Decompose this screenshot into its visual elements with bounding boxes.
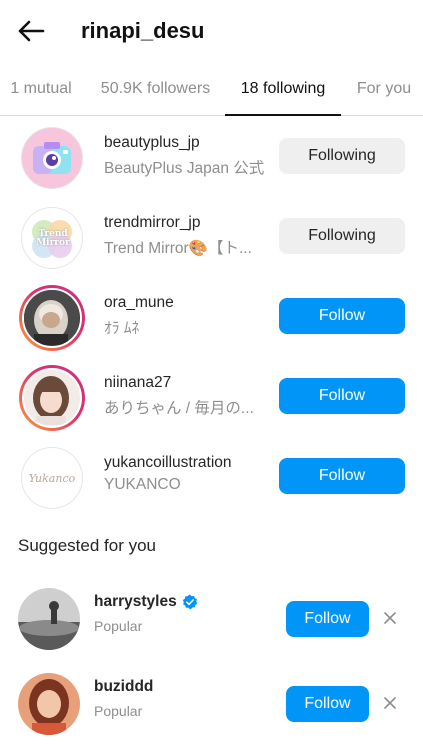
username[interactable]: trendmirror_jp — [104, 214, 200, 232]
avatar[interactable] — [18, 588, 80, 650]
trendmirror-logo-text: Trend Mirror — [36, 229, 70, 248]
avatar[interactable] — [19, 125, 85, 191]
username-text: harrystyles — [94, 593, 177, 610]
trendmirror-logo: Trend Mirror — [21, 207, 83, 269]
top-bar: rinapi_desu — [0, 0, 423, 62]
display-name: Trend Mirror🎨【ト... — [104, 240, 252, 257]
dismiss-button[interactable] — [380, 608, 400, 628]
following-button[interactable]: Following — [279, 218, 405, 254]
list-item[interactable]: beautyplus_jp BeautyPlus Japan 公式 Follow… — [0, 118, 423, 198]
username[interactable]: yukancoillustration — [104, 454, 232, 472]
follow-button[interactable]: Follow — [279, 378, 405, 414]
display-name: BeautyPlus Japan 公式 — [104, 160, 265, 177]
close-icon — [384, 697, 396, 709]
follow-button[interactable]: Follow — [286, 686, 369, 722]
following-button[interactable]: Following — [279, 138, 405, 174]
avatar-story-ring[interactable] — [19, 365, 85, 431]
arrow-left-icon — [18, 20, 45, 42]
username[interactable]: harrystyles — [94, 593, 198, 611]
verified-badge-icon — [182, 594, 197, 610]
tab-mutual[interactable]: 1 mutual — [9, 68, 73, 116]
avatar[interactable]: Yukanco — [19, 445, 85, 511]
avatar — [22, 288, 82, 348]
person-photo — [18, 588, 80, 650]
beautyplus-logo — [21, 127, 83, 189]
username[interactable]: buziddd — [94, 678, 153, 696]
avatar[interactable] — [18, 673, 80, 735]
avatar[interactable]: Trend Mirror — [19, 205, 85, 271]
follow-button[interactable]: Follow — [279, 458, 405, 494]
username[interactable]: ora_mune — [104, 294, 174, 312]
suggested-item[interactable]: buziddd Popular Follow — [0, 666, 423, 742]
dismiss-button[interactable] — [380, 693, 400, 713]
tab-bar: 1 mutual 50.9K followers 18 following Fo… — [0, 68, 423, 116]
tab-following[interactable]: 18 following — [225, 68, 341, 116]
avatar-story-ring[interactable] — [19, 285, 85, 351]
suggestion-reason: Popular — [94, 618, 143, 634]
yukanco-logo: Yukanco — [21, 447, 83, 509]
display-name: ｵﾗ ﾑﾈ — [104, 320, 140, 337]
list-item[interactable]: niinana27 ありちゃん / 毎月の... Follow — [0, 358, 423, 438]
close-icon — [384, 612, 396, 624]
person-photo — [18, 673, 80, 735]
person-photo — [24, 290, 79, 345]
tab-for-you[interactable]: For you — [354, 68, 414, 116]
username[interactable]: beautyplus_jp — [104, 134, 200, 152]
list-item[interactable]: ora_mune ｵﾗ ﾑﾈ Follow — [0, 278, 423, 358]
display-name: ありちゃん / 毎月の... — [104, 400, 254, 417]
tab-followers[interactable]: 50.9K followers — [98, 68, 213, 116]
suggested-heading: Suggested for you — [18, 536, 156, 555]
suggestion-reason: Popular — [94, 703, 143, 719]
yukanco-logo-text: Yukanco — [28, 471, 76, 485]
list-item[interactable]: Trend Mirror trendmirror_jp Trend Mirror… — [0, 198, 423, 278]
page-title: rinapi_desu — [81, 18, 205, 43]
suggested-item[interactable]: harrystyles Popular Follow — [0, 581, 423, 657]
follow-button[interactable]: Follow — [279, 298, 405, 334]
display-name: YUKANCO — [104, 476, 181, 493]
follow-button[interactable]: Follow — [286, 601, 369, 637]
list-item[interactable]: Yukanco yukancoillustration YUKANCO Foll… — [0, 438, 423, 518]
camera-icon — [33, 142, 71, 174]
username-text: buziddd — [94, 678, 154, 695]
back-button[interactable] — [14, 16, 48, 46]
username[interactable]: niinana27 — [104, 374, 171, 392]
person-photo — [24, 370, 79, 425]
avatar — [22, 368, 82, 428]
